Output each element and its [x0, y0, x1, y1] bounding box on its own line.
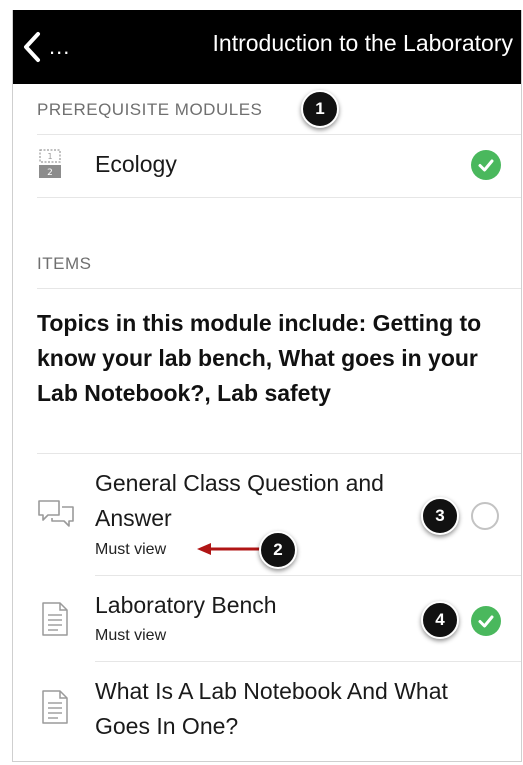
page-icon — [41, 602, 69, 641]
callout-2: 2 — [259, 531, 297, 569]
completed-check-icon — [471, 606, 501, 636]
svg-text:1: 1 — [47, 152, 52, 161]
module-icon: 1 2 — [39, 149, 61, 184]
module-item-requirement: Must view — [95, 627, 167, 644]
divider — [37, 288, 521, 289]
divider — [37, 134, 521, 135]
divider — [95, 575, 521, 576]
callout-1: 1 — [301, 90, 339, 128]
discussion-icon — [37, 498, 75, 535]
divider — [37, 197, 521, 198]
module-item-requirement: Must view — [95, 541, 167, 558]
app-frame: ... Introduction to the Laboratory PRERE… — [12, 10, 522, 762]
callout-3: 3 — [421, 497, 459, 535]
svg-text:2: 2 — [47, 168, 53, 178]
callout-4: 4 — [421, 601, 459, 639]
divider — [95, 661, 521, 662]
incomplete-circle-icon — [471, 502, 499, 530]
back-button-label: ... — [49, 34, 71, 59]
module-item-title: Laboratory Bench — [95, 592, 277, 618]
items-header: ITEMS — [37, 254, 92, 273]
prerequisite-modules-header: PREREQUISITE MODULES — [37, 100, 263, 119]
divider — [37, 453, 521, 454]
module-item-title: General Class Question and Answer — [95, 470, 384, 531]
back-button[interactable]: ... — [23, 26, 93, 68]
page-title: Introduction to the Laboratory — [212, 30, 513, 56]
page-icon — [41, 690, 69, 729]
module-description: Topics in this module include: Getting t… — [37, 310, 482, 406]
completed-check-icon — [471, 150, 501, 180]
chevron-left-icon — [23, 31, 41, 63]
navigation-bar: ... Introduction to the Laboratory — [13, 10, 521, 84]
module-item-title: What Is A Lab Notebook And What Goes In … — [95, 678, 448, 739]
prerequisite-item-label: Ecology — [95, 151, 177, 177]
